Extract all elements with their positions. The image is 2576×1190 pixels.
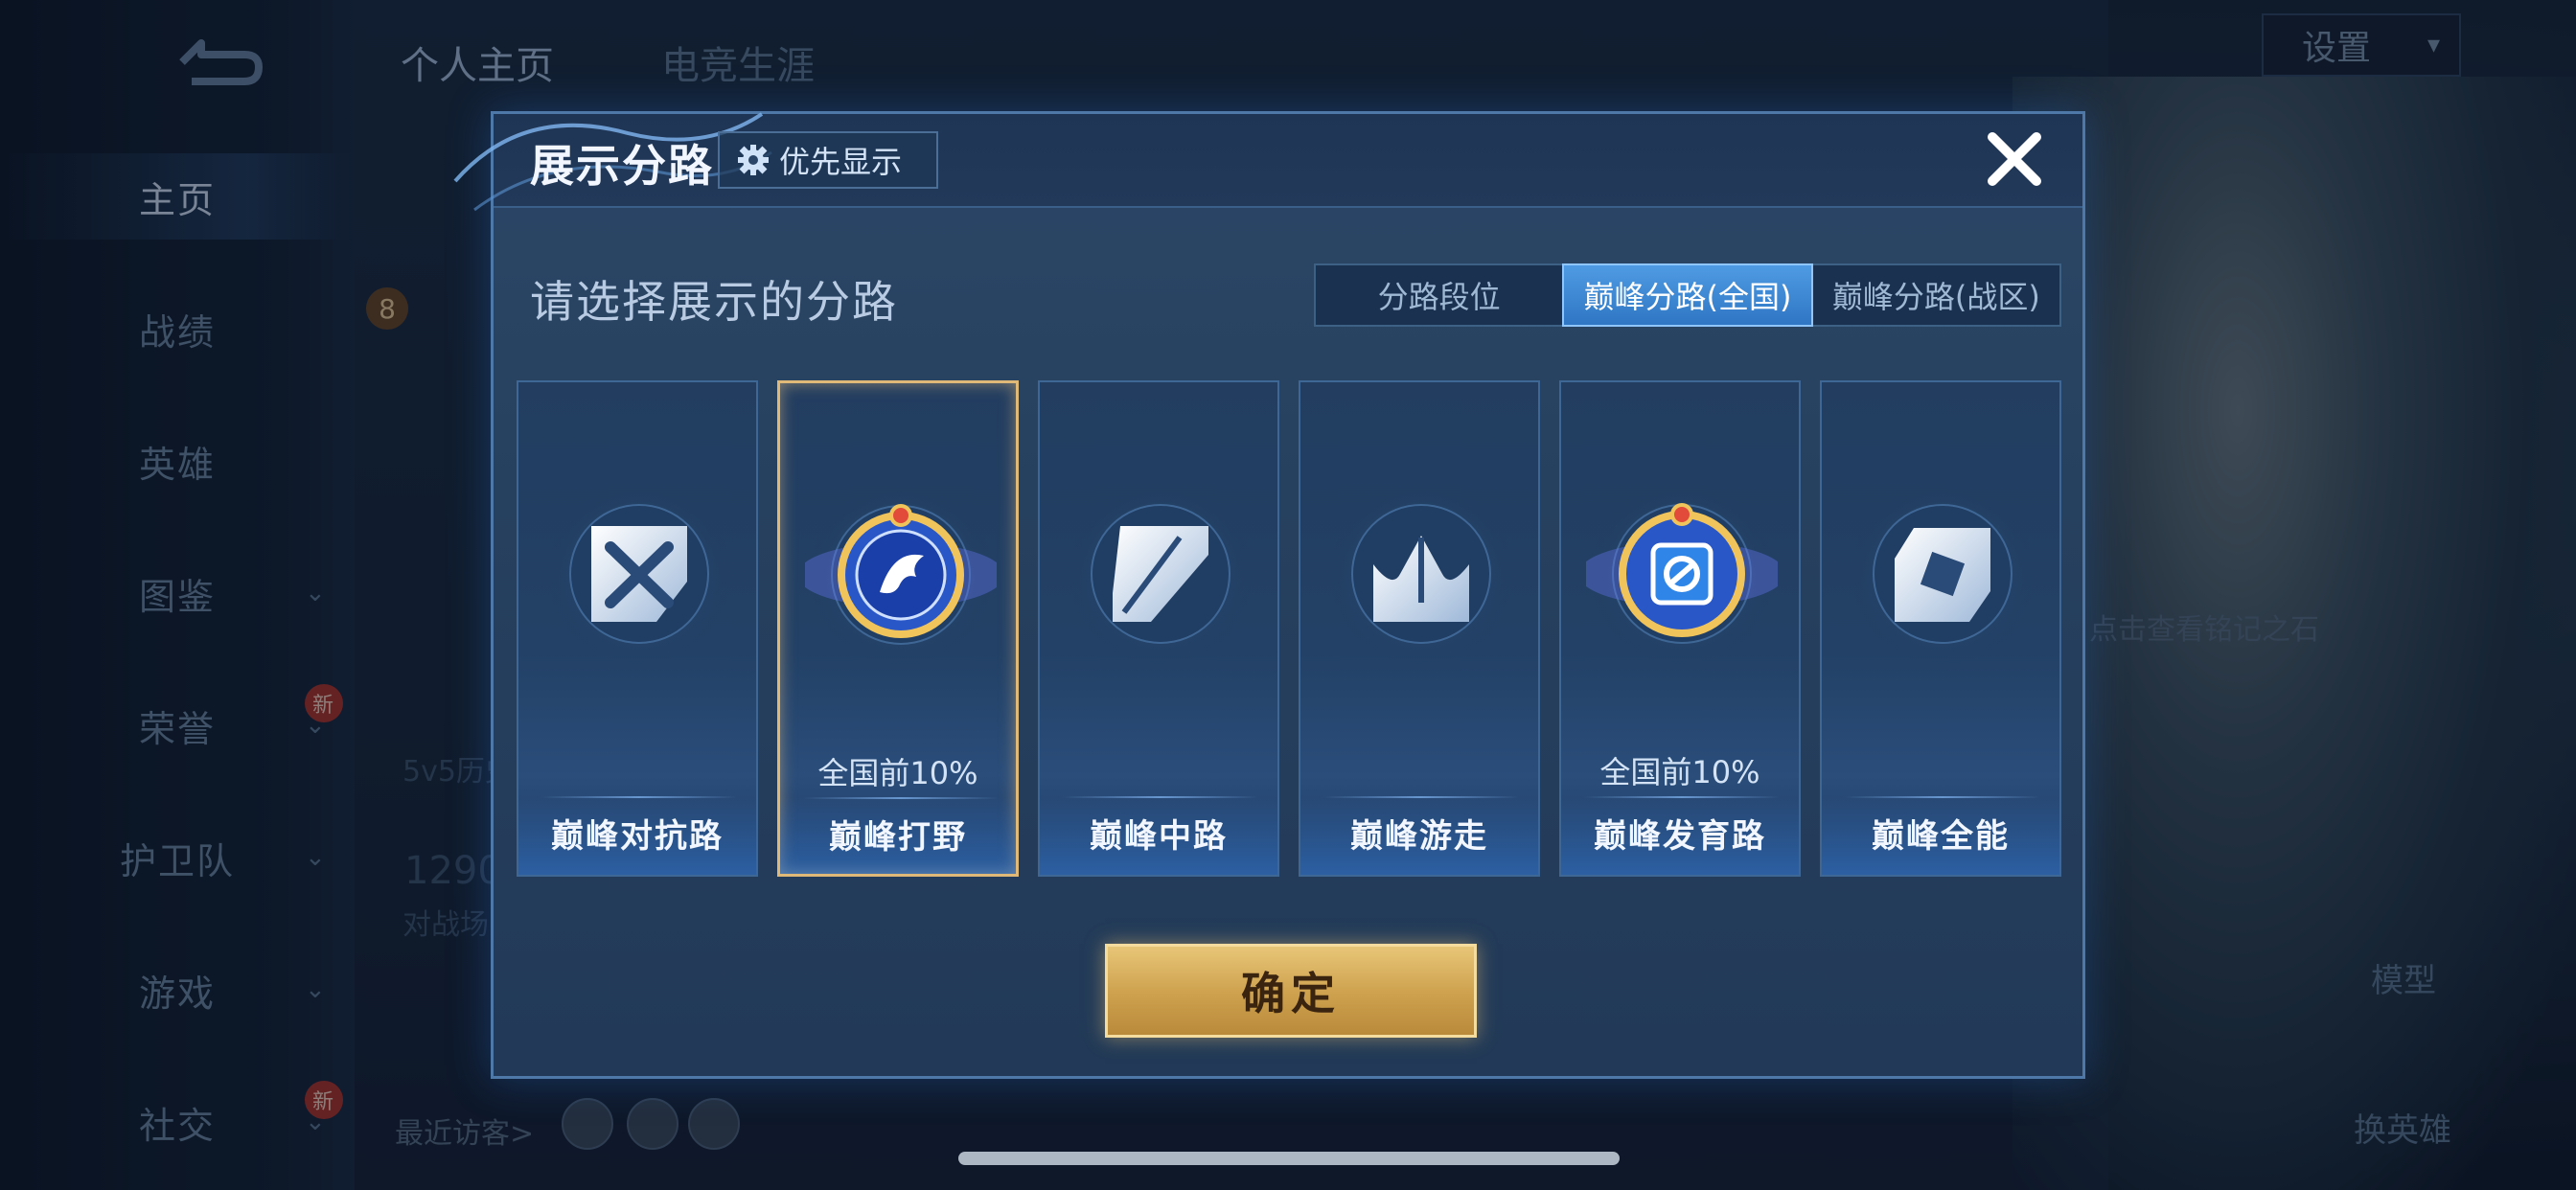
card-name: 巅峰打野 (829, 818, 967, 857)
confirm-button[interactable]: 确定 (1105, 944, 1477, 1038)
lane-mode-tab[interactable]: 巅峰分路(全国) (1562, 263, 1813, 327)
card-divider (1063, 796, 1258, 798)
card-divider (1584, 796, 1780, 798)
lane-card[interactable]: 巅峰对抗路 (517, 380, 758, 877)
mid-lane-icon (1069, 482, 1253, 666)
dialog-title: 展示分路 (530, 140, 714, 192)
priority-display-button[interactable]: 优先显示 (718, 131, 938, 189)
card-divider (1845, 796, 2040, 798)
card-rank: 全国前10% (1599, 754, 1760, 790)
card-divider (541, 796, 737, 798)
lane-mode-tabs: 分路段位 巅峰分路(全国) 巅峰分路(战区) (1314, 263, 2061, 327)
card-name: 巅峰对抗路 (551, 817, 724, 856)
card-name: 巅峰中路 (1090, 817, 1228, 856)
priority-display-label: 优先显示 (779, 144, 903, 180)
dialog-subtitle: 请选择展示的分路 (530, 276, 898, 328)
lane-card[interactable]: 全国前10% 巅峰打野 (777, 380, 1019, 877)
wings-roam-icon (1329, 482, 1513, 666)
card-name: 巅峰游走 (1350, 817, 1488, 856)
gear-icon (738, 145, 769, 175)
lane-card[interactable]: 巅峰中路 (1038, 380, 1279, 877)
card-rank: 全国前10% (817, 755, 978, 791)
lane-display-dialog: 展示分路 优先显示 请选择展示的分路 分路段位 巅峰分路(全国) 巅峰分路(战区) (453, 111, 2085, 1079)
card-divider (803, 797, 999, 799)
lane-card[interactable]: 巅峰游走 (1299, 380, 1540, 877)
lane-mode-tab[interactable]: 分路段位 (1316, 265, 1562, 325)
lane-card[interactable]: 巅峰全能 (1820, 380, 2061, 877)
lane-cards: 巅峰对抗路 全国前10% 巅峰打野 巅峰中路 巅峰游走 全国前10% 巅峰发育路… (517, 380, 2065, 877)
swords-lane-icon (547, 482, 731, 666)
marksman-badge-icon (1586, 482, 1778, 666)
home-indicator (958, 1152, 1620, 1165)
card-divider (1323, 796, 1519, 798)
dragon-jungle-badge-icon (805, 483, 997, 667)
lane-card[interactable]: 全国前10% 巅峰发育路 (1559, 380, 1801, 877)
card-name: 巅峰发育路 (1594, 817, 1766, 856)
card-name: 巅峰全能 (1872, 817, 2010, 856)
close-icon[interactable] (1981, 126, 2048, 193)
all-round-icon (1851, 482, 2035, 666)
lane-mode-tab[interactable]: 巅峰分路(战区) (1813, 265, 2059, 325)
